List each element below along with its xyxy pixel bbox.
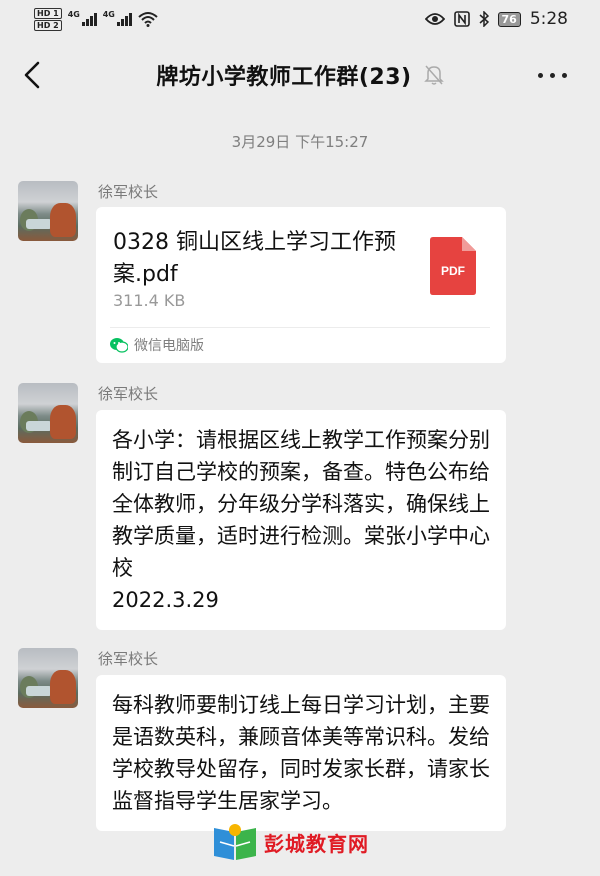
battery-icon: 76: [497, 11, 521, 27]
pdf-file-icon: PDF: [430, 237, 476, 295]
more-button[interactable]: [538, 64, 572, 86]
avatar[interactable]: [18, 383, 78, 443]
file-size: 311.4 KB: [113, 291, 186, 310]
chat-header: 牌坊小学教师工作群(23): [0, 40, 600, 110]
chevron-left-icon[interactable]: [18, 58, 48, 92]
network-type-label-2: 4G: [102, 10, 115, 19]
bluetooth-icon: [479, 11, 489, 27]
sender-name: 徐军校长: [98, 650, 159, 668]
chat-title: 牌坊小学教师工作群(23): [156, 65, 412, 90]
text-message-bubble[interactable]: 每科教师要制订线上每日学习计划，主要是语数英科，兼顾音体美等常识科。发给学校教导…: [96, 675, 506, 831]
message-row: 徐军校长 各小学：请根据区线上教学工作预案分别制订自己学校的预案，备查。特色公布…: [18, 383, 588, 633]
message-row: 徐军校长 0328 铜山区线上学习工作预案.pdf 311.4 KB PDF 微…: [18, 181, 588, 371]
hd2-badge: HD 2: [34, 19, 62, 31]
chat-title-group: 牌坊小学教师工作群(23): [156, 59, 444, 91]
status-right: 76 5:28: [424, 9, 568, 29]
nfc-icon: [453, 11, 470, 27]
file-name: 0328 铜山区线上学习工作预案.pdf: [113, 230, 396, 287]
clock: 5:28: [529, 9, 568, 29]
pdf-icon-label: PDF: [441, 264, 465, 278]
watermark: 彭城教育网: [212, 822, 369, 862]
file-message-card[interactable]: 0328 铜山区线上学习工作预案.pdf 311.4 KB PDF 微信电脑版: [96, 207, 506, 363]
signal-icon: 4G: [67, 10, 97, 26]
more-dot: [538, 72, 543, 78]
status-bar: HD 1 HD 2 4G 4G 76 5:28: [0, 0, 600, 38]
file-source-label: 微信电脑版: [134, 338, 204, 354]
avatar[interactable]: [18, 181, 78, 241]
bell-muted-icon: [423, 65, 444, 85]
wechat-icon: [110, 338, 128, 353]
message-text: 每科教师要制订线上每日学习计划，主要是语数英科，兼顾音体美等常识科。发给学校教导…: [112, 693, 490, 813]
signal-icon-2: 4G: [102, 10, 132, 26]
eye-icon: [424, 13, 445, 25]
message-text: 各小学：请根据区线上教学工作预案分别制订自己学校的预案，备查。特色公布给全体教师…: [112, 428, 490, 612]
divider: [110, 327, 490, 328]
hd-indicators: HD 1 HD 2: [34, 7, 62, 31]
file-source: 微信电脑版: [110, 335, 204, 355]
more-dot: [550, 72, 555, 78]
sender-name: 徐军校长: [98, 183, 159, 201]
network-type-label: 4G: [67, 10, 80, 19]
text-message-bubble[interactable]: 各小学：请根据区线上教学工作预案分别制订自己学校的预案，备查。特色公布给全体教师…: [96, 410, 506, 630]
hd1-badge: HD 1: [34, 7, 62, 19]
status-left: HD 1 HD 2 4G 4G: [34, 7, 158, 31]
more-dot: [562, 72, 567, 78]
wifi-icon: [138, 12, 158, 27]
sender-name: 徐军校长: [98, 385, 159, 403]
watermark-text: 彭城教育网: [264, 831, 369, 856]
book-logo-icon: [214, 824, 256, 860]
message-timestamp: 3月29日 下午15:27: [231, 133, 369, 151]
avatar[interactable]: [18, 648, 78, 708]
